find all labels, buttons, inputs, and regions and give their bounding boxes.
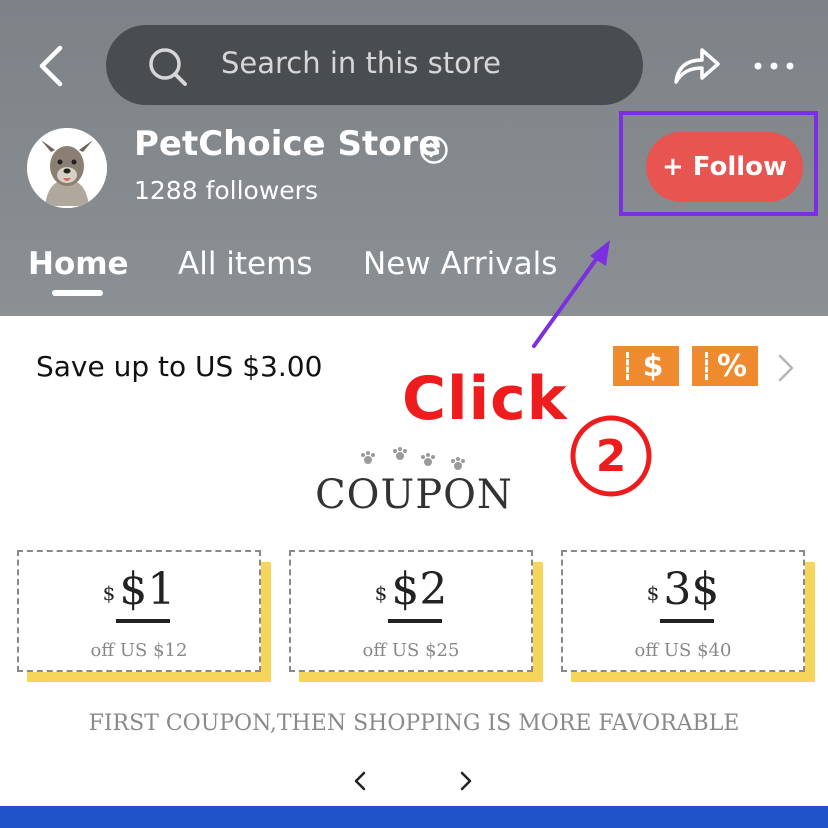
active-tab-indicator	[52, 290, 103, 296]
coupon-card[interactable]: $$1 off US $12	[17, 550, 271, 682]
follower-count: 1288 followers	[134, 176, 318, 205]
coupon-amount: $1	[119, 564, 176, 615]
coupon-tagline: FIRST COUPON,THEN SHOPPING IS MORE FAVOR…	[88, 711, 740, 736]
coupon-card[interactable]: $$2 off US $25	[289, 550, 543, 682]
store-avatar[interactable]	[27, 128, 107, 208]
coupon-divider	[116, 619, 170, 623]
chevron-right-icon[interactable]	[774, 350, 798, 386]
bottom-banner	[0, 806, 828, 828]
coupon-condition: off US $25	[362, 640, 460, 661]
coupon-value: $3$	[563, 564, 803, 615]
more-dots-icon	[754, 62, 794, 70]
search-placeholder: Search in this store	[221, 46, 501, 80]
search-icon	[149, 48, 187, 86]
coupon-tag-percent[interactable]: %	[692, 346, 758, 386]
coupon-value: $$2	[291, 564, 531, 615]
coupon-condition: off US $40	[634, 640, 732, 661]
follow-button[interactable]: + Follow	[646, 132, 803, 202]
tab-all-items[interactable]: All items	[178, 246, 312, 282]
carousel-prev-icon[interactable]	[348, 767, 372, 795]
coupon-divider	[388, 619, 442, 623]
annotation-click-label: Click	[402, 364, 568, 434]
coupon-currency: $	[102, 581, 116, 605]
chevron-right-circle-icon[interactable]	[419, 135, 449, 165]
coupon-divider	[660, 619, 714, 623]
store-name[interactable]: PetChoice Store	[134, 124, 441, 164]
coupon-amount: $2	[391, 564, 448, 615]
coupon-title: COUPON	[315, 472, 513, 518]
dog-logo-icon	[27, 128, 107, 208]
chevron-left-icon	[39, 45, 63, 87]
share-button[interactable]	[668, 40, 724, 92]
coupon-value: $$1	[19, 564, 259, 615]
back-button[interactable]	[30, 38, 74, 94]
promo-text[interactable]: Save up to US $3.00	[36, 350, 322, 383]
tab-home[interactable]: Home	[28, 246, 129, 282]
share-arrow-icon	[674, 48, 720, 84]
coupon-condition: off US $12	[90, 640, 188, 661]
coupon-tag-dollar[interactable]: $	[613, 346, 679, 386]
annotation-arrow	[532, 240, 610, 348]
search-bar[interactable]: Search in this store	[106, 25, 643, 105]
coupon-body: $$1 off US $12	[17, 550, 261, 672]
coupon-body: $3$ off US $40	[561, 550, 805, 672]
coupon-card[interactable]: $3$ off US $40	[561, 550, 815, 682]
carousel-next-icon[interactable]	[454, 767, 478, 795]
more-button[interactable]	[752, 48, 796, 84]
store-header: Search in this store PetChoice Store 128…	[0, 0, 828, 316]
coupon-body: $$2 off US $25	[289, 550, 533, 672]
coupon-amount: 3$	[663, 564, 720, 615]
coupon-currency: $	[646, 581, 660, 605]
coupon-currency: $	[374, 581, 388, 605]
